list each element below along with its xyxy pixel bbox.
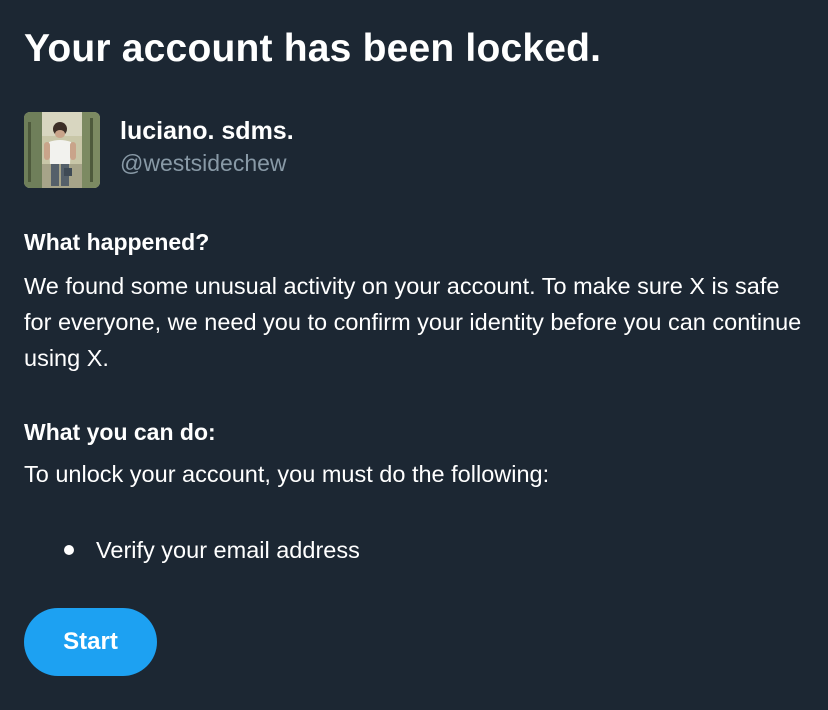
bullet-icon <box>64 545 74 555</box>
step-label: Verify your email address <box>96 536 360 563</box>
start-button[interactable]: Start <box>24 608 157 676</box>
profile-names: luciano. sdms. @westsidechew <box>120 112 294 178</box>
unlock-steps-list: Verify your email address <box>24 532 360 568</box>
page-title: Your account has been locked. <box>24 27 602 70</box>
list-item: Verify your email address <box>24 532 360 568</box>
what-you-can-do-text: To unlock your account, you must do the … <box>24 461 550 487</box>
what-you-can-do-heading: What you can do: <box>24 419 216 445</box>
avatar <box>24 112 100 188</box>
what-happened-text: We found some unusual activity on your a… <box>24 273 802 371</box>
user-handle: @westsidechew <box>120 150 287 176</box>
profile-photo-icon <box>24 112 100 188</box>
locked-account-page: Your account has been locked. luciano. s… <box>0 0 828 710</box>
what-happened-heading: What happened? <box>24 229 210 255</box>
display-name: luciano. sdms. <box>120 117 294 145</box>
profile-card: luciano. sdms. @westsidechew <box>24 112 294 188</box>
